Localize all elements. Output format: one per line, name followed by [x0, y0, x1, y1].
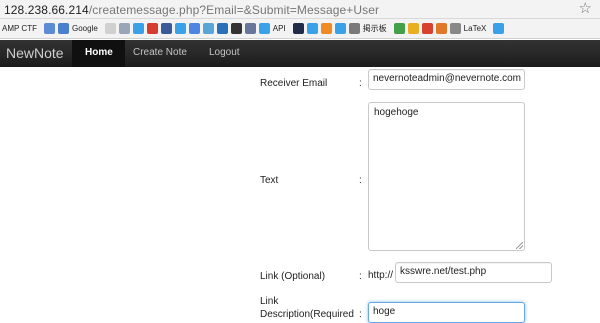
- bookmark-label: LaTeX: [463, 24, 487, 33]
- textarea-value: hogehoge: [374, 107, 419, 118]
- board-icon: [348, 23, 360, 34]
- bookmark-item[interactable]: [132, 22, 144, 36]
- receiver-email-label: Receiver Email: [260, 78, 328, 89]
- bookmark-item[interactable]: [202, 22, 214, 36]
- bookmark-item[interactable]: [393, 22, 405, 36]
- link-description-label-line1: Link: [260, 296, 279, 307]
- latex-icon: [449, 23, 461, 34]
- url-host: 128.238.66.214: [4, 3, 89, 17]
- brand-logo[interactable]: NewNote: [6, 45, 64, 61]
- twitter-icon: [174, 23, 186, 34]
- bookmark-item[interactable]: [334, 22, 346, 36]
- bookmark-item[interactable]: [292, 22, 304, 36]
- bookmark-item[interactable]: [306, 22, 318, 36]
- twitter-icon: [493, 23, 505, 34]
- colon: :: [359, 175, 362, 186]
- bookmark-item[interactable]: [244, 22, 256, 36]
- mail-icon: [421, 23, 433, 34]
- w3c-icon: [216, 23, 228, 34]
- gmail-icon: [146, 23, 158, 34]
- bookmark-item[interactable]: [407, 22, 419, 36]
- text-textarea[interactable]: hogehoge: [368, 102, 525, 251]
- link-description-input[interactable]: hoge: [368, 302, 525, 323]
- bookmark-item[interactable]: LaTeX: [449, 22, 491, 36]
- url-text[interactable]: 128.238.66.214/createmessage.php?Email=&…: [4, 3, 379, 17]
- bookmark-item[interactable]: API: [258, 22, 290, 36]
- google-icon: [57, 23, 69, 34]
- navbar: NewNote Home Create Note Logout: [0, 40, 600, 67]
- file-icon: [118, 23, 130, 34]
- resize-handle-icon[interactable]: [516, 242, 523, 249]
- page-icon: [104, 23, 116, 34]
- twitter-icon: [132, 23, 144, 34]
- bookmark-item[interactable]: [435, 22, 447, 36]
- chart-icon: [393, 23, 405, 34]
- receiver-email-input[interactable]: nevernoteadmin@nevernote.com: [368, 69, 525, 90]
- twitter-icon: [334, 23, 346, 34]
- bookmarks-bar: AMP CTF Google API 掲示板 LaTeX: [0, 19, 600, 39]
- colon: :: [359, 271, 362, 282]
- text-label: Text: [260, 175, 279, 186]
- shield-icon: [244, 23, 256, 34]
- bookmark-item[interactable]: Google: [57, 22, 102, 36]
- nav-home-link[interactable]: Home: [85, 47, 113, 58]
- bookmark-item[interactable]: [230, 22, 242, 36]
- bookmark-label: API: [272, 24, 286, 33]
- bookmark-star-icon[interactable]: ☆: [579, 1, 592, 17]
- colon: :: [359, 78, 362, 89]
- bookmark-item[interactable]: [160, 22, 172, 36]
- bookmark-item[interactable]: [104, 22, 116, 36]
- bookmark-item[interactable]: [118, 22, 130, 36]
- twitter-icon: [258, 23, 270, 34]
- bookmark-item[interactable]: [146, 22, 158, 36]
- bookmark-icon: [43, 23, 55, 34]
- bookmark-label: 掲示板: [362, 24, 387, 33]
- bookmark-item[interactable]: [174, 22, 186, 36]
- bookmark-item[interactable]: 掲示板: [348, 22, 391, 36]
- nav-logout-link[interactable]: Logout: [209, 47, 240, 58]
- github-icon: [230, 23, 242, 34]
- app-icon: [202, 23, 214, 34]
- blogger-icon: [320, 23, 332, 34]
- bookmark-item[interactable]: [493, 22, 505, 36]
- calendar-icon: [188, 23, 200, 34]
- twitter-icon: [306, 23, 318, 34]
- nav-create-note-link[interactable]: Create Note: [133, 47, 187, 58]
- bag-icon: [435, 23, 447, 34]
- bookmark-label: AMP CTF: [2, 24, 37, 33]
- link-input[interactable]: ksswre.net/test.php: [395, 262, 552, 283]
- link-prefix: http://: [368, 270, 394, 281]
- bookmark-label: Google: [71, 24, 98, 33]
- url-path: /createmessage.php?Email=&Submit=Message…: [88, 3, 380, 17]
- bookmark-item[interactable]: [421, 22, 433, 36]
- bookmark-item[interactable]: AMP CTF: [2, 22, 41, 36]
- facebook-icon: [160, 23, 172, 34]
- address-bar[interactable]: 128.238.66.214/createmessage.php?Email=&…: [0, 0, 600, 19]
- bookmark-item[interactable]: [216, 22, 228, 36]
- bookmark-item[interactable]: [43, 22, 55, 36]
- wand-icon: [407, 23, 419, 34]
- k-icon: [292, 23, 304, 34]
- link-label: Link (Optional): [260, 271, 326, 282]
- bookmark-item[interactable]: [320, 22, 332, 36]
- bookmark-item[interactable]: [188, 22, 200, 36]
